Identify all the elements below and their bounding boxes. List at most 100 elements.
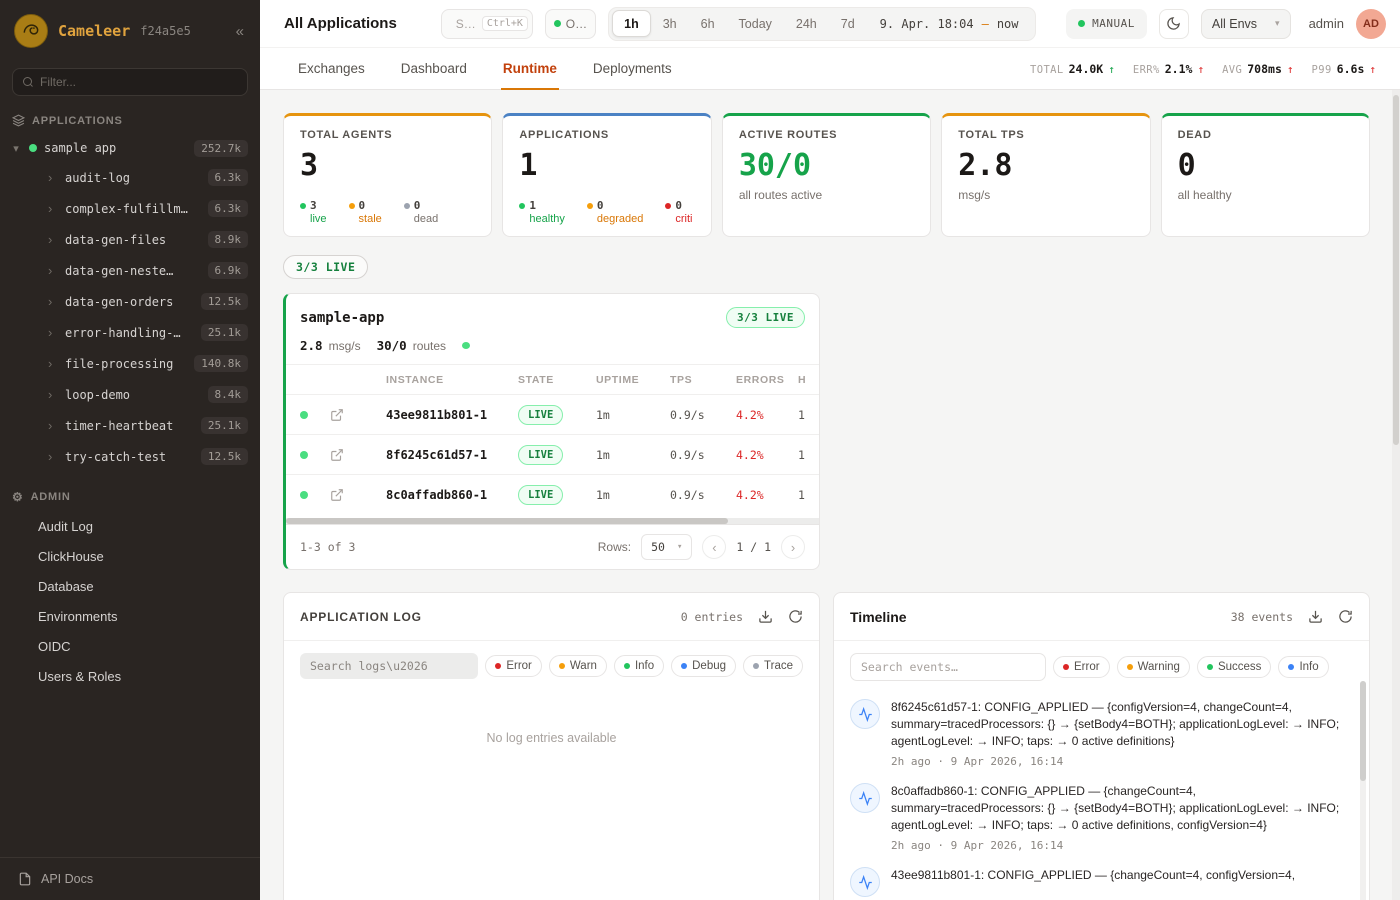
time-range-today[interactable]: Today [727,10,784,37]
environment-select[interactable]: All Envs ▾ [1201,9,1291,39]
timeline-event[interactable]: 43ee9811b801-1: CONFIG_APPLIED — {change… [850,867,1347,897]
log-search-input[interactable] [300,653,478,679]
activity-pulse-icon [850,783,880,813]
sidebar-item-users-roles[interactable]: Users & Roles [0,661,260,691]
heap-value: 1 [798,408,819,422]
tab-runtime[interactable]: Runtime [501,48,559,89]
sidebar-item-route[interactable]: › complex-fulfillm… 6.3k [0,193,260,224]
amber-dot-icon [349,203,355,209]
sidebar-item-route[interactable]: › data-gen-neste… 6.9k [0,255,260,286]
chevron-down-icon[interactable]: ▾ [10,142,22,155]
scrollbar-thumb[interactable] [1360,681,1366,781]
file-icon [18,872,32,886]
timeline-search-input[interactable] [850,653,1046,681]
sidebar-filter[interactable] [12,68,248,96]
time-range-24h[interactable]: 24h [784,10,829,37]
filter-chip-trace[interactable]: Trace [743,655,803,677]
filter-chip-debug[interactable]: Debug [671,655,736,677]
time-range-7d[interactable]: 7d [829,10,867,37]
sidebar-item-sample-app[interactable]: ▾ sample app 252.7k [0,134,260,162]
application-log-title: APPLICATION LOG [300,610,422,624]
stat-card-title: TOTAL TPS [958,129,1133,141]
stat-card-subtitle: all routes active [739,188,914,202]
timeline-event[interactable]: 8f6245c61d57-1: CONFIG_APPLIED — {config… [850,699,1347,768]
tab-exchanges[interactable]: Exchanges [296,48,367,89]
table-row[interactable]: 8f6245c61d57-1 LIVE 1m 0.9/s 4.2% 1 [286,434,819,474]
next-page-button[interactable]: › [781,535,805,559]
horizontal-scrollbar[interactable] [286,518,819,524]
sidebar-item-audit-log[interactable]: Audit Log [0,511,260,541]
api-docs-link[interactable]: API Docs [0,857,260,900]
chevron-right-icon[interactable]: › [48,232,58,247]
sidebar-collapse-icon[interactable]: « [232,21,248,42]
chevron-right-icon[interactable]: › [48,325,58,340]
sidebar-item-route[interactable]: › error-handling-… 25.1k [0,317,260,348]
filter-chip-warn[interactable]: Warn [549,655,607,677]
sidebar-item-oidc[interactable]: OIDC [0,631,260,661]
external-link-icon[interactable] [330,408,386,422]
time-range-3h[interactable]: 3h [651,10,689,37]
live-summary-chip[interactable]: 3/3 LIVE [283,255,368,279]
filter-chip-error[interactable]: Error [1053,656,1110,678]
chevron-right-icon[interactable]: › [48,387,58,402]
sidebar-item-route[interactable]: › loop-demo 8.4k [0,379,260,410]
scrollbar-thumb[interactable] [286,518,728,524]
date-range-display[interactable]: 9. Apr. 18:04 — now [867,17,1032,31]
chevron-right-icon[interactable]: › [48,449,58,464]
timeline-scrollbar[interactable] [1360,681,1366,900]
tps-value: 0.9/s [670,448,736,462]
sidebar-item-environments[interactable]: Environments [0,601,260,631]
sidebar-item-route[interactable]: › audit-log 6.3k [0,162,260,193]
sidebar-item-route[interactable]: › file-processing 140.8k [0,348,260,379]
time-range-6h[interactable]: 6h [689,10,727,37]
avatar[interactable]: AD [1356,9,1386,39]
app-instance-id: f24a5e5 [140,24,191,38]
scrollbar-thumb[interactable] [1393,95,1399,445]
timeline-event[interactable]: 8c0affadb860-1: CONFIG_APPLIED — {change… [850,783,1347,852]
sidebar-item-database[interactable]: Database [0,571,260,601]
filter-chip-warning[interactable]: Warning [1117,656,1190,678]
tab-deployments[interactable]: Deployments [591,48,674,89]
prev-page-button[interactable]: ‹ [702,535,726,559]
filter-chip-error[interactable]: Error [485,655,542,677]
column-errors: ERRORS [736,374,798,386]
sidebar-item-route[interactable]: › data-gen-orders 12.5k [0,286,260,317]
download-icon[interactable] [758,609,773,624]
tab-dashboard[interactable]: Dashboard [399,48,469,89]
refresh-icon[interactable] [1338,609,1353,624]
stat-cards-row: TOTAL AGENTS 3 3 live 0 stale 0 [283,113,1370,237]
filter-chip-info[interactable]: Info [614,655,664,677]
filter-chip-info[interactable]: Info [1278,656,1328,678]
chevron-right-icon[interactable]: › [48,418,58,433]
filter-chip-success[interactable]: Success [1197,656,1271,678]
stat-card-value: 3 [300,148,475,183]
online-status-pill[interactable]: O… [545,9,596,39]
stat-card-total-tps: TOTAL TPS 2.8 msg/s [941,113,1150,237]
sidebar-item-route[interactable]: › data-gen-files 8.9k [0,224,260,255]
health-dot [462,342,470,349]
external-link-icon[interactable] [330,448,386,462]
chevron-right-icon[interactable]: › [48,356,58,371]
dark-mode-toggle[interactable] [1159,9,1189,39]
sidebar-filter-input[interactable] [40,75,238,89]
table-row[interactable]: 43ee9811b801-1 LIVE 1m 0.9/s 4.2% 1 [286,394,819,434]
table-row[interactable]: 8c0affadb860-1 LIVE 1m 0.9/s 4.2% 1 [286,474,819,514]
applications-section-label: APPLICATIONS [32,115,123,127]
time-range-1h[interactable]: 1h [612,10,651,37]
admin-section-label: ADMIN [31,491,71,503]
manual-refresh-button[interactable]: MANUAL [1066,9,1147,39]
sidebar-item-route[interactable]: › try-catch-test 12.5k [0,441,260,472]
external-link-icon[interactable] [330,488,386,502]
rows-per-page-select[interactable]: 50 ▾ [641,534,692,560]
entries-count: 0 entries [681,610,743,624]
chevron-right-icon[interactable]: › [48,263,58,278]
chevron-right-icon[interactable]: › [48,170,58,185]
sidebar-item-clickhouse[interactable]: ClickHouse [0,541,260,571]
page-scrollbar[interactable] [1392,90,1400,900]
global-search[interactable]: S… Ctrl+K [441,9,533,39]
download-icon[interactable] [1308,609,1323,624]
sidebar-item-route[interactable]: › timer-heartbeat 25.1k [0,410,260,441]
refresh-icon[interactable] [788,609,803,624]
chevron-right-icon[interactable]: › [48,201,58,216]
chevron-right-icon[interactable]: › [48,294,58,309]
